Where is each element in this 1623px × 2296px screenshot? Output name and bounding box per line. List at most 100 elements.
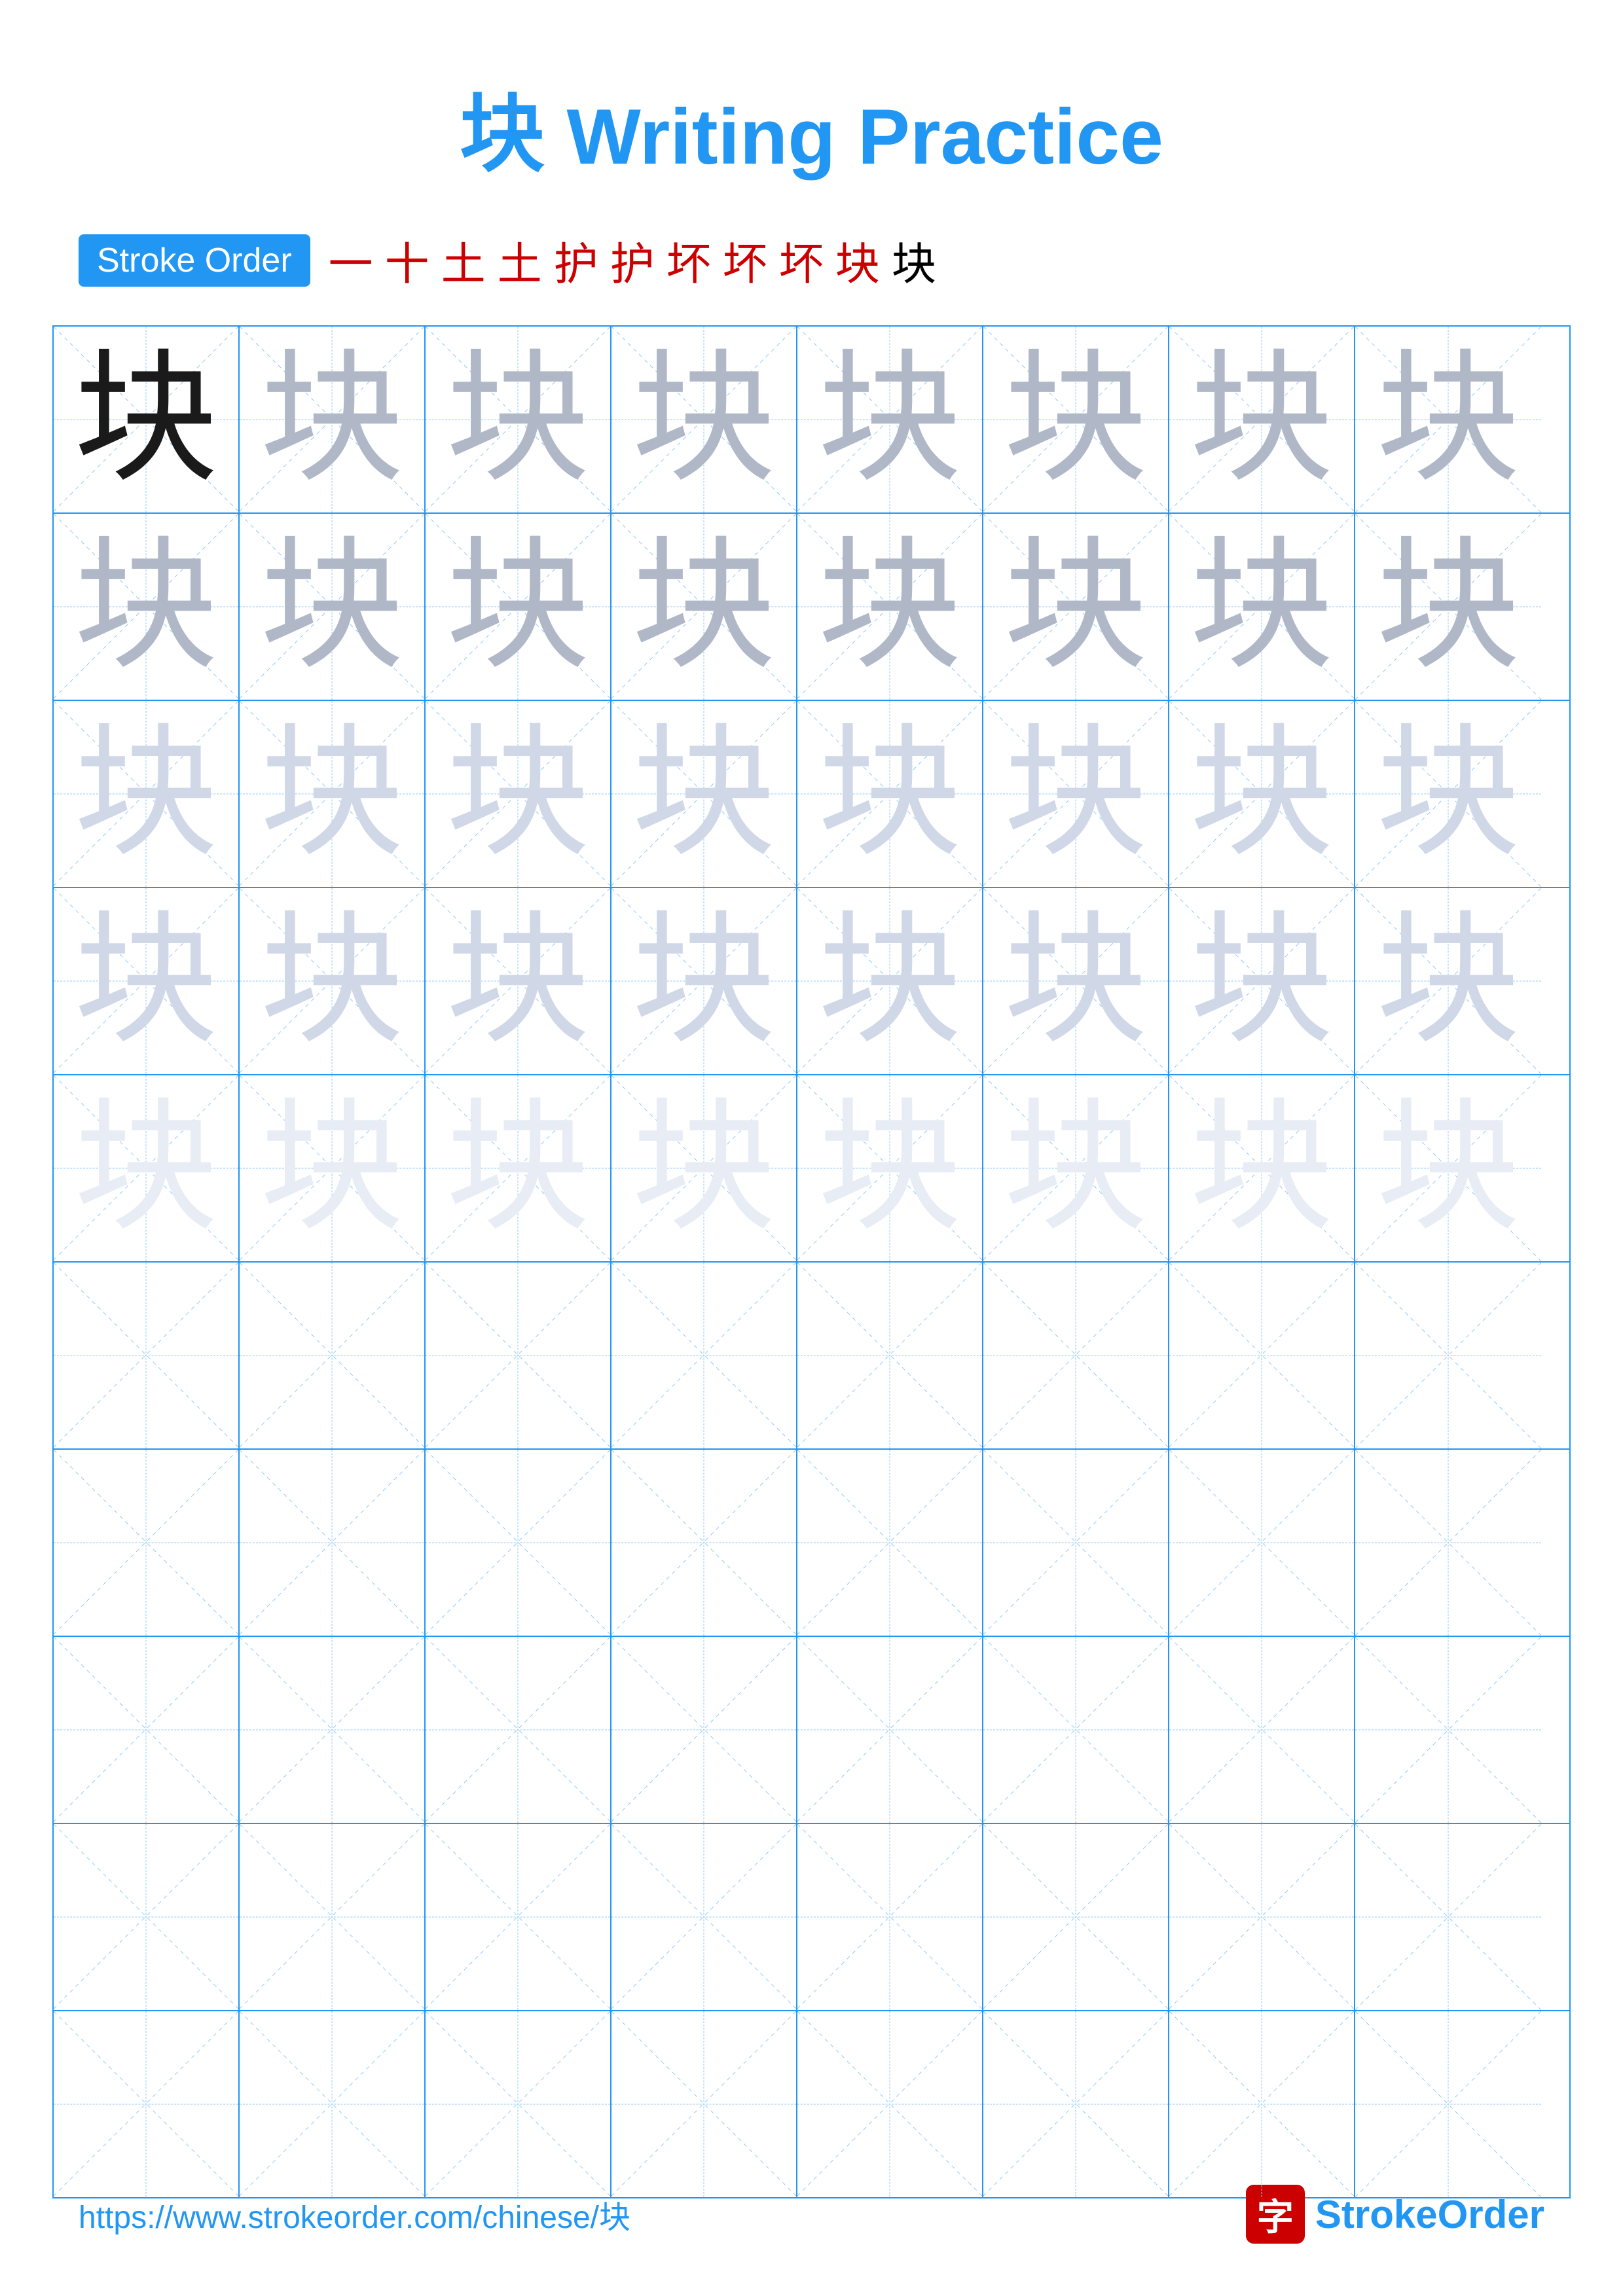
practice-char: 块 (446, 909, 590, 1053)
grid-cell: 块 (797, 701, 983, 887)
practice-grid: 块 块 块 块 块 块 块 块 (52, 325, 1571, 2198)
practice-char: 块 (818, 909, 962, 1053)
practice-char: 块 (74, 909, 218, 1053)
grid-cell: 块 (1169, 1075, 1355, 1261)
grid-cell[interactable] (1355, 1824, 1541, 2010)
grid-cell[interactable] (611, 2011, 797, 2197)
grid-cell[interactable] (1169, 1450, 1355, 1636)
grid-cell[interactable] (611, 1637, 797, 1823)
stroke-8: 坏 (723, 228, 767, 293)
grid-row-2: 块 块 块 块 块 块 块 块 (54, 514, 1569, 701)
grid-cell[interactable] (611, 1450, 797, 1636)
grid-cell: 块 (426, 327, 611, 512)
grid-row-3: 块 块 块 块 块 块 块 块 (54, 701, 1569, 888)
grid-cell[interactable] (426, 1824, 611, 2010)
stroke-6: 护 (610, 228, 655, 293)
grid-cell: 块 (797, 327, 983, 512)
grid-cell[interactable] (54, 1263, 240, 1448)
grid-cell: 块 (54, 327, 240, 512)
grid-cell: 块 (611, 701, 797, 887)
grid-cell[interactable] (983, 1263, 1169, 1448)
grid-cell[interactable] (426, 1450, 611, 1636)
grid-cell[interactable] (983, 1824, 1169, 2010)
practice-char: 块 (632, 1096, 776, 1240)
grid-cell[interactable] (54, 1824, 240, 2010)
grid-cell: 块 (983, 888, 1169, 1074)
grid-cell: 块 (797, 1075, 983, 1261)
grid-cell[interactable] (797, 2011, 983, 2197)
grid-cell[interactable] (797, 1637, 983, 1823)
grid-cell[interactable] (54, 1450, 240, 1636)
grid-cell[interactable] (797, 1824, 983, 2010)
brand-icon: 字 (1246, 2185, 1305, 2244)
page-title: 块 Writing Practice (0, 0, 1623, 188)
practice-char: 块 (260, 1096, 404, 1240)
grid-cell[interactable] (1169, 1637, 1355, 1823)
grid-cell[interactable] (1355, 2011, 1541, 2197)
grid-row-8 (54, 1637, 1569, 1824)
grid-cell[interactable] (240, 1263, 426, 1448)
practice-char: 块 (1004, 722, 1148, 866)
stroke-7: 坏 (666, 228, 711, 293)
grid-cell[interactable] (797, 1450, 983, 1636)
footer-url: https://www.strokeorder.com/chinese/块 (79, 2191, 630, 2237)
practice-char: 块 (260, 722, 404, 866)
stroke-sequence: 一 十 土 土 护 护 坏 坏 坏 块 块 (329, 228, 936, 293)
practice-char: 块 (1376, 909, 1520, 1053)
practice-char: 块 (74, 722, 218, 866)
grid-cell[interactable] (240, 1450, 426, 1636)
practice-char: 块 (446, 722, 590, 866)
grid-cell: 块 (426, 701, 611, 887)
grid-cell: 块 (1169, 888, 1355, 1074)
grid-cell[interactable] (240, 1637, 426, 1823)
grid-cell[interactable] (611, 1824, 797, 2010)
grid-row-4: 块 块 块 块 块 块 块 块 (54, 888, 1569, 1075)
stroke-3: 土 (441, 228, 486, 293)
practice-char: 块 (1376, 348, 1520, 492)
grid-cell[interactable] (1169, 1824, 1355, 2010)
grid-cell[interactable] (797, 1263, 983, 1448)
grid-cell[interactable] (240, 2011, 426, 2197)
title-text: Writing Practice (545, 93, 1163, 181)
grid-cell: 块 (983, 1075, 1169, 1261)
practice-char: 块 (74, 1096, 218, 1240)
grid-cell: 块 (1355, 327, 1541, 512)
grid-cell: 块 (1355, 701, 1541, 887)
grid-cell: 块 (240, 701, 426, 887)
grid-cell: 块 (1355, 888, 1541, 1074)
grid-row-1: 块 块 块 块 块 块 块 块 (54, 327, 1569, 514)
grid-cell: 块 (426, 514, 611, 700)
grid-row-7 (54, 1450, 1569, 1637)
grid-cell[interactable] (426, 2011, 611, 2197)
grid-cell[interactable] (1169, 2011, 1355, 2197)
stroke-10: 块 (835, 228, 880, 293)
grid-cell: 块 (1355, 1075, 1541, 1261)
grid-cell[interactable] (1355, 1263, 1541, 1448)
grid-cell[interactable] (983, 1450, 1169, 1636)
grid-cell[interactable] (426, 1637, 611, 1823)
practice-char: 块 (818, 1096, 962, 1240)
practice-char: 块 (632, 909, 776, 1053)
grid-cell[interactable] (54, 1637, 240, 1823)
grid-cell[interactable] (426, 1263, 611, 1448)
practice-char: 块 (818, 722, 962, 866)
brand-name: StrokeOrder (1315, 2192, 1544, 2237)
practice-char: 块 (632, 535, 776, 679)
grid-cell[interactable] (611, 1263, 797, 1448)
grid-cell[interactable] (983, 2011, 1169, 2197)
grid-cell[interactable] (240, 1824, 426, 2010)
practice-char: 块 (1004, 1096, 1148, 1240)
grid-cell: 块 (983, 327, 1169, 512)
practice-char: 块 (818, 348, 962, 492)
practice-char: 块 (260, 535, 404, 679)
grid-cell[interactable] (1355, 1450, 1541, 1636)
grid-cell: 块 (611, 514, 797, 700)
grid-cell: 块 (240, 514, 426, 700)
grid-cell[interactable] (983, 1637, 1169, 1823)
grid-row-9 (54, 1824, 1569, 2011)
grid-cell[interactable] (1169, 1263, 1355, 1448)
grid-cell[interactable] (54, 2011, 240, 2197)
grid-cell: 块 (611, 1075, 797, 1261)
grid-cell[interactable] (1355, 1637, 1541, 1823)
grid-cell: 块 (54, 888, 240, 1074)
